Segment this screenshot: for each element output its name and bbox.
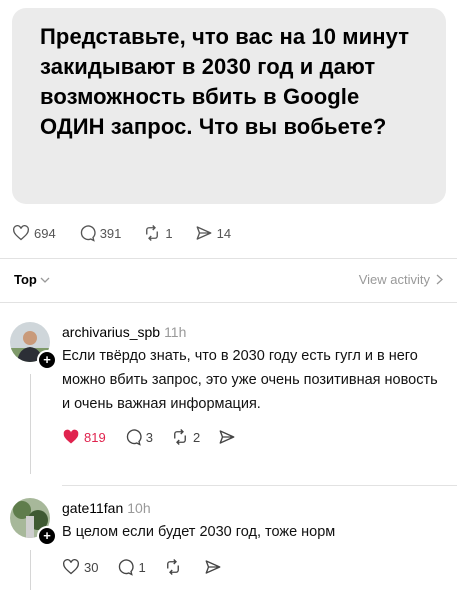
comment-like-count: 819	[84, 429, 106, 445]
post-text: Представьте, что вас на 10 минут закидыв…	[40, 24, 410, 139]
comment-like-count: 30	[84, 559, 99, 575]
comment-repost-button[interactable]	[164, 558, 186, 576]
comment-actions: 819 3 2	[62, 428, 447, 446]
post-share-button[interactable]: 14	[195, 224, 231, 242]
comment-icon	[126, 429, 142, 446]
send-icon	[205, 560, 221, 574]
comment-body: archivarius_spb 11h Если твёрдо знать, чт…	[62, 322, 447, 446]
comment-time: 11h	[164, 324, 187, 340]
divider	[0, 302, 457, 303]
repost-icon	[146, 225, 159, 241]
comment-share-button[interactable]	[218, 428, 240, 446]
post-like-button[interactable]: 694	[12, 225, 56, 241]
send-icon	[219, 430, 235, 444]
heart-filled-icon	[63, 429, 79, 444]
comment-username[interactable]: gate11fan	[62, 500, 123, 516]
post-share-count: 14	[216, 225, 232, 241]
comment-icon	[80, 225, 96, 242]
view-activity-link[interactable]: View activity	[359, 272, 443, 287]
sort-label: Top	[14, 272, 37, 287]
comment-like-button[interactable]: 30	[62, 559, 98, 575]
divider	[62, 485, 457, 486]
heart-icon	[13, 225, 29, 241]
heart-icon	[63, 559, 79, 575]
comment-repost-button[interactable]: 2	[171, 428, 200, 446]
post-repost-count: 1	[165, 225, 173, 241]
divider	[0, 258, 457, 259]
chevron-right-icon	[436, 274, 443, 285]
comment-reply-button[interactable]: 3	[124, 428, 153, 446]
comment-item: + archivarius_spb 11h Если твёрдо знать, …	[10, 322, 447, 482]
comment-actions: 30 1	[62, 558, 447, 576]
repost-icon	[174, 429, 186, 445]
comment-body: gate11fan 10h В целом если будет 2030 год…	[62, 498, 447, 576]
post-repost-button[interactable]: 1	[143, 224, 173, 242]
post-stats: 694 391 1 14	[12, 222, 253, 244]
chevron-down-icon	[40, 277, 50, 283]
comments-sort-bar: Top View activity	[14, 272, 443, 287]
comment-repost-count: 2	[192, 429, 201, 445]
comment-text: В целом если будет 2030 год, тоже норм	[62, 524, 336, 540]
comment-header: archivarius_spb 11h	[62, 322, 447, 342]
view-activity-label: View activity	[358, 272, 430, 287]
sort-dropdown[interactable]: Top	[14, 272, 50, 287]
follow-plus-icon[interactable]: +	[37, 350, 57, 370]
thread-line	[30, 550, 31, 590]
send-icon	[196, 226, 212, 240]
post-comment-button[interactable]: 391	[78, 224, 122, 242]
post-card: Представьте, что вас на 10 минут закидыв…	[12, 8, 446, 204]
comment-share-button[interactable]	[204, 558, 226, 576]
comment-reply-count: 3	[145, 429, 153, 445]
comment-item: + gate11fan 10h В целом если будет 2030 г…	[10, 498, 447, 598]
post-comment-count: 391	[99, 225, 122, 241]
comment-reply-count: 1	[138, 559, 146, 575]
comment-reply-button[interactable]: 1	[116, 558, 146, 576]
follow-plus-icon[interactable]: +	[37, 526, 57, 546]
repost-icon	[166, 559, 179, 575]
comment-time: 10h	[127, 500, 151, 516]
comment-icon	[119, 559, 135, 576]
comment-text: Если твёрдо знать, что в 2030 году есть …	[62, 348, 438, 412]
comment-username[interactable]: archivarius_spb	[62, 324, 160, 340]
comment-like-button[interactable]: 819	[62, 429, 106, 445]
comment-header: gate11fan 10h	[62, 498, 447, 518]
thread-line	[30, 374, 31, 474]
post-like-count: 694	[34, 225, 56, 241]
